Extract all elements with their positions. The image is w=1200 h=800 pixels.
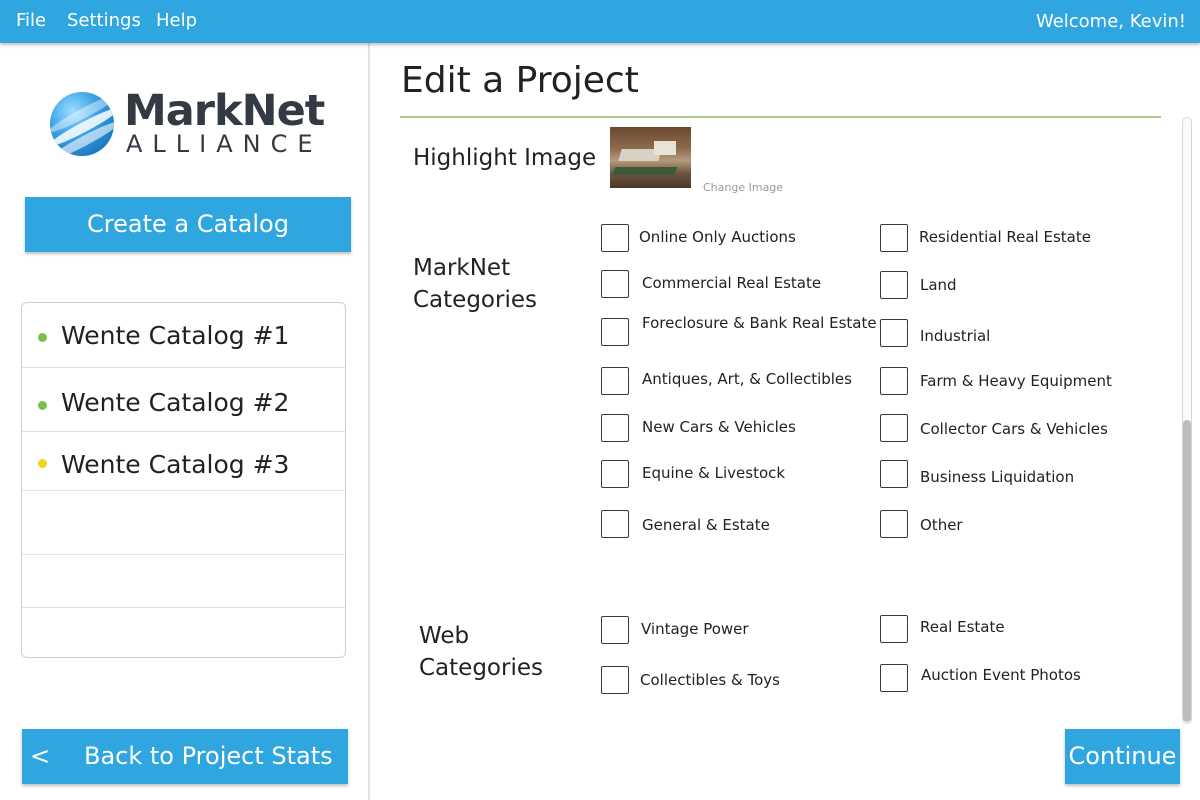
checkbox-label: Antiques, Art, & Collectibles [642,370,852,388]
status-dot-icon [38,401,47,410]
checkbox-label: Collector Cars & Vehicles [920,420,1108,438]
catalog-empty-row [22,555,345,608]
continue-button[interactable]: Continue [1065,729,1180,784]
top-menu-bar: File Settings Help Welcome, Kevin! [0,0,1200,43]
checkbox-residential-real-estate[interactable] [880,224,908,252]
catalog-empty-row [22,491,345,555]
checkbox-label: Auction Event Photos [921,666,1081,684]
checkbox-label: Equine & Livestock [642,464,786,482]
scrollbar-thumb[interactable] [1183,420,1191,722]
checkbox-label: Real Estate [920,618,1005,636]
menu-file[interactable]: File [16,10,46,31]
checkbox-real-estate[interactable] [880,615,908,643]
checkbox-vintage-power[interactable] [601,616,629,644]
status-dot-icon [38,333,47,342]
catalog-item-3[interactable]: Wente Catalog #3 [22,432,345,491]
globe-logo-icon [50,92,114,156]
catalog-empty-row [22,608,345,657]
sidebar-divider [368,43,370,800]
checkbox-label: Collectibles & Toys [640,671,780,689]
checkbox-antiques-art-collectibles[interactable] [601,367,629,395]
marknet-label-line1: MarkNet [413,255,511,281]
checkbox-label: Vintage Power [641,620,749,638]
catalog-item-label: Wente Catalog #3 [61,450,290,479]
checkbox-land[interactable] [880,271,908,299]
checkbox-label: Residential Real Estate [919,228,1091,246]
change-image-link[interactable]: Change Image [703,181,783,194]
checkbox-label: Foreclosure & Bank Real Estate [642,314,877,332]
marknet-label-line2: Categories [413,287,537,313]
highlight-image-thumbnail[interactable] [610,127,691,188]
checkbox-label: Industrial [920,327,991,345]
checkbox-label: New Cars & Vehicles [642,418,796,436]
welcome-text: Welcome, Kevin! [1035,11,1186,32]
catalog-item-label: Wente Catalog #1 [61,321,290,350]
checkbox-foreclosure-bank-real-estate[interactable] [601,318,629,346]
checkbox-business-liquidation[interactable] [880,460,908,488]
checkbox-collector-cars-vehicles[interactable] [880,414,908,442]
checkbox-other[interactable] [880,510,908,538]
checkbox-industrial[interactable] [880,319,908,347]
catalog-item-2[interactable]: Wente Catalog #2 [22,368,345,432]
back-button-label: Back to Project Stats [84,742,333,770]
checkbox-farm-heavy-equipment[interactable] [880,367,908,395]
menu-settings[interactable]: Settings [67,10,141,31]
marknet-logo: MarkNet ALLIANCE [50,86,325,160]
highlight-image-label: Highlight Image [413,145,597,171]
catalog-item-1[interactable]: Wente Catalog #1 [22,303,345,368]
checkbox-online-only-auctions[interactable] [601,224,629,252]
title-divider [400,116,1161,118]
checkbox-label: Business Liquidation [920,468,1075,486]
checkbox-commercial-real-estate[interactable] [601,270,629,298]
web-label-line2: Categories [419,655,543,681]
checkbox-new-cars-vehicles[interactable] [601,414,629,442]
web-categories-label: Web Categories [419,620,543,684]
marknet-categories-label: MarkNet Categories [413,252,537,316]
page-title: Edit a Project [401,60,639,101]
checkbox-auction-event-photos[interactable] [880,664,908,692]
checkbox-label: Farm & Heavy Equipment [920,372,1112,390]
chevron-left-icon: < [30,742,51,770]
checkbox-collectibles-toys[interactable] [601,666,629,694]
checkbox-label: General & Estate [642,516,770,534]
checkbox-general-estate[interactable] [601,510,629,538]
back-to-project-stats-button[interactable]: < Back to Project Stats [22,729,348,784]
status-dot-icon [38,459,47,468]
checkbox-label: Online Only Auctions [639,228,796,246]
catalog-item-label: Wente Catalog #2 [61,388,290,417]
checkbox-label: Other [920,516,963,534]
checkbox-label: Commercial Real Estate [642,274,822,292]
checkbox-equine-livestock[interactable] [601,460,629,488]
logo-name: MarkNet [124,86,325,136]
menu-help[interactable]: Help [156,10,197,31]
logo-subtitle: ALLIANCE [126,130,323,158]
checkbox-label: Land [920,276,957,294]
web-label-line1: Web [419,623,470,649]
catalog-list: Wente Catalog #1 Wente Catalog #2 Wente … [21,302,346,658]
create-catalog-button[interactable]: Create a Catalog [25,197,351,252]
